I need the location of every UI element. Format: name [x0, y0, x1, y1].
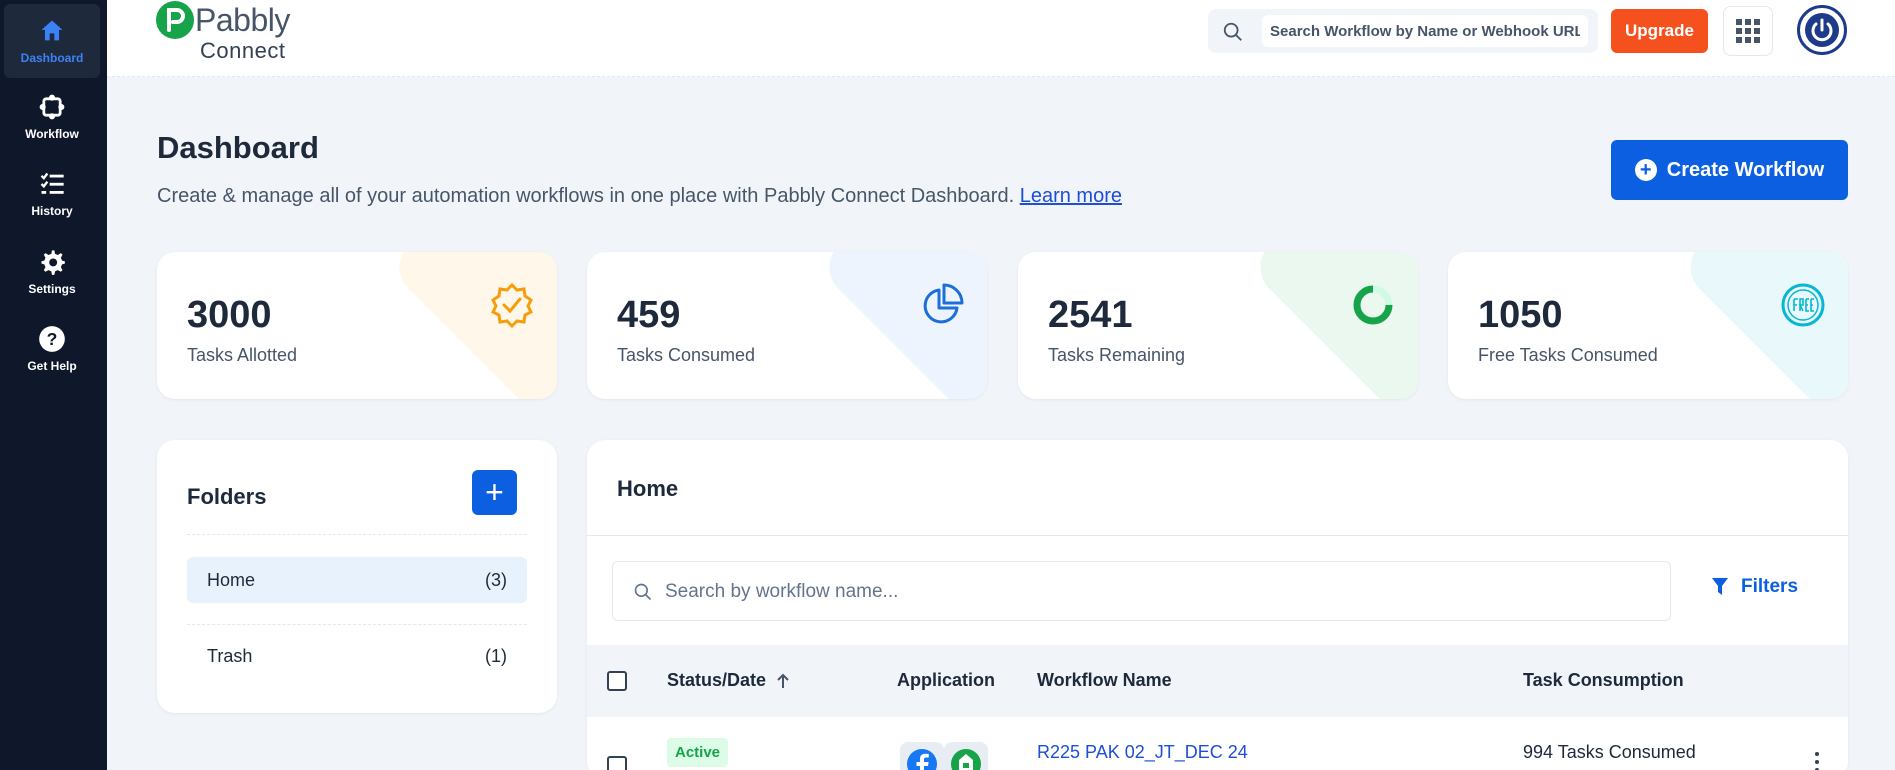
pabbly-logo-icon	[156, 1, 194, 39]
stat-caption: Tasks Remaining	[1048, 345, 1186, 365]
pabbly-logo[interactable]: Pabbly Connect	[155, 0, 315, 64]
top-header: Pabbly Connect Upgrade	[107, 0, 1895, 77]
global-search	[1208, 9, 1598, 53]
stat-caption: Tasks Consumed	[617, 345, 756, 365]
pie-chart-icon	[923, 283, 964, 324]
column-application: Application	[897, 670, 995, 690]
task-consumption-value: 994 Tasks Consumed	[1523, 742, 1696, 762]
search-icon	[1223, 22, 1242, 41]
page-title: Dashboard	[157, 130, 319, 165]
sidebar: Dashboard Workflow History Settings ? Ge…	[0, 0, 107, 770]
folder-name: Trash	[207, 645, 253, 666]
stat-card-tasks-consumed: 459 Tasks Consumed	[587, 252, 987, 399]
plus-icon: +	[485, 474, 504, 510]
select-all-checkbox[interactable]	[607, 671, 627, 691]
workflow-search	[612, 561, 1671, 621]
folders-panel: Folders + Home (3) Trash (1)	[157, 440, 557, 713]
stat-caption: Tasks Allotted	[187, 345, 298, 365]
sidebar-item-dashboard[interactable]: Dashboard	[4, 4, 100, 78]
filters-button[interactable]: Filters	[1711, 576, 1798, 598]
search-icon	[634, 583, 652, 601]
svg-text:?: ?	[47, 329, 58, 349]
sidebar-item-label: Get Help	[27, 359, 77, 373]
row-checkbox[interactable]	[607, 756, 627, 770]
folder-count: (1)	[485, 645, 507, 666]
workflows-panel: Home Filters Status/Date Application Wor…	[587, 440, 1848, 770]
sidebar-item-get-help[interactable]: ? Get Help	[4, 312, 100, 386]
stat-caption: Free Tasks Consumed	[1478, 345, 1658, 365]
folder-count: (3)	[485, 569, 507, 590]
app-icon	[951, 749, 981, 770]
stat-card-tasks-allotted: 3000 Tasks Allotted	[157, 252, 557, 399]
folder-name: Home	[207, 569, 256, 590]
free-badge-icon	[1781, 283, 1825, 327]
plus-circle-icon: +	[1634, 159, 1657, 181]
add-folder-button[interactable]: +	[472, 470, 517, 515]
app-icon-facebook	[900, 742, 944, 770]
create-workflow-button[interactable]: + Create Workflow	[1611, 140, 1848, 200]
power-icon	[1805, 13, 1839, 47]
sort-arrow-up-icon	[777, 673, 789, 688]
column-task-consumption: Task Consumption	[1523, 670, 1684, 690]
folders-title: Folders	[187, 484, 267, 509]
status-badge: Active	[667, 738, 729, 767]
folder-item-trash[interactable]: Trash (1)	[187, 633, 527, 679]
upgrade-button[interactable]: Upgrade	[1611, 9, 1708, 53]
workflow-name-link[interactable]: R225 PAK 02_JT_DEC 24	[1037, 742, 1248, 763]
logo-text: Pabbly	[195, 2, 290, 38]
app-icon-secondary	[944, 742, 988, 770]
table-header: Status/Date Application Workflow Name Ta…	[587, 645, 1848, 717]
stat-value: 1050	[1478, 294, 1563, 336]
badge-check-icon	[490, 282, 534, 328]
divider	[187, 534, 527, 535]
apps-grid-button[interactable]	[1723, 6, 1773, 56]
sidebar-item-label: Workflow	[25, 127, 79, 141]
gear-icon	[41, 250, 65, 275]
history-list-icon	[40, 172, 64, 194]
donut-chart-icon	[1353, 285, 1393, 325]
stat-value: 459	[617, 294, 681, 336]
column-workflow-name: Workflow Name	[1037, 670, 1172, 690]
sidebar-item-label: Settings	[28, 282, 76, 296]
home-icon	[41, 20, 63, 41]
row-actions-menu[interactable]	[1812, 752, 1822, 770]
workflows-folder-title: Home	[617, 476, 679, 501]
divider	[587, 535, 1848, 536]
grid-icon	[1736, 19, 1760, 43]
filters-label: Filters	[1741, 576, 1799, 597]
workflow-icon	[39, 94, 65, 120]
page-description: Create & manage all of your automation w…	[157, 185, 1122, 208]
logo-subtext: Connect	[200, 38, 286, 63]
column-status-date[interactable]: Status/Date	[667, 670, 790, 691]
avatar[interactable]	[1797, 5, 1847, 55]
sidebar-item-history[interactable]: History	[4, 157, 100, 231]
filter-icon	[1712, 578, 1728, 595]
global-search-input[interactable]	[1262, 15, 1588, 47]
workflow-search-input[interactable]	[665, 574, 1655, 610]
help-icon: ?	[39, 326, 65, 352]
sidebar-item-label: Dashboard	[20, 51, 84, 65]
divider	[187, 624, 527, 625]
stat-value: 2541	[1048, 294, 1133, 336]
column-label: Status/Date	[667, 670, 767, 690]
folder-item-home[interactable]: Home (3)	[187, 557, 527, 603]
sidebar-item-workflow[interactable]: Workflow	[4, 80, 100, 154]
sidebar-item-settings[interactable]: Settings	[4, 235, 100, 309]
learn-more-link[interactable]: Learn more	[1020, 185, 1122, 207]
sidebar-item-label: History	[31, 204, 73, 218]
stat-value: 3000	[187, 294, 272, 336]
stat-card-tasks-remaining: 2541 Tasks Remaining	[1018, 252, 1418, 399]
page-description-text: Create & manage all of your automation w…	[157, 185, 1015, 207]
create-workflow-label: Create Workflow	[1666, 158, 1825, 181]
stat-card-free-tasks: 1050 Free Tasks Consumed	[1448, 252, 1848, 399]
facebook-icon	[907, 749, 937, 770]
